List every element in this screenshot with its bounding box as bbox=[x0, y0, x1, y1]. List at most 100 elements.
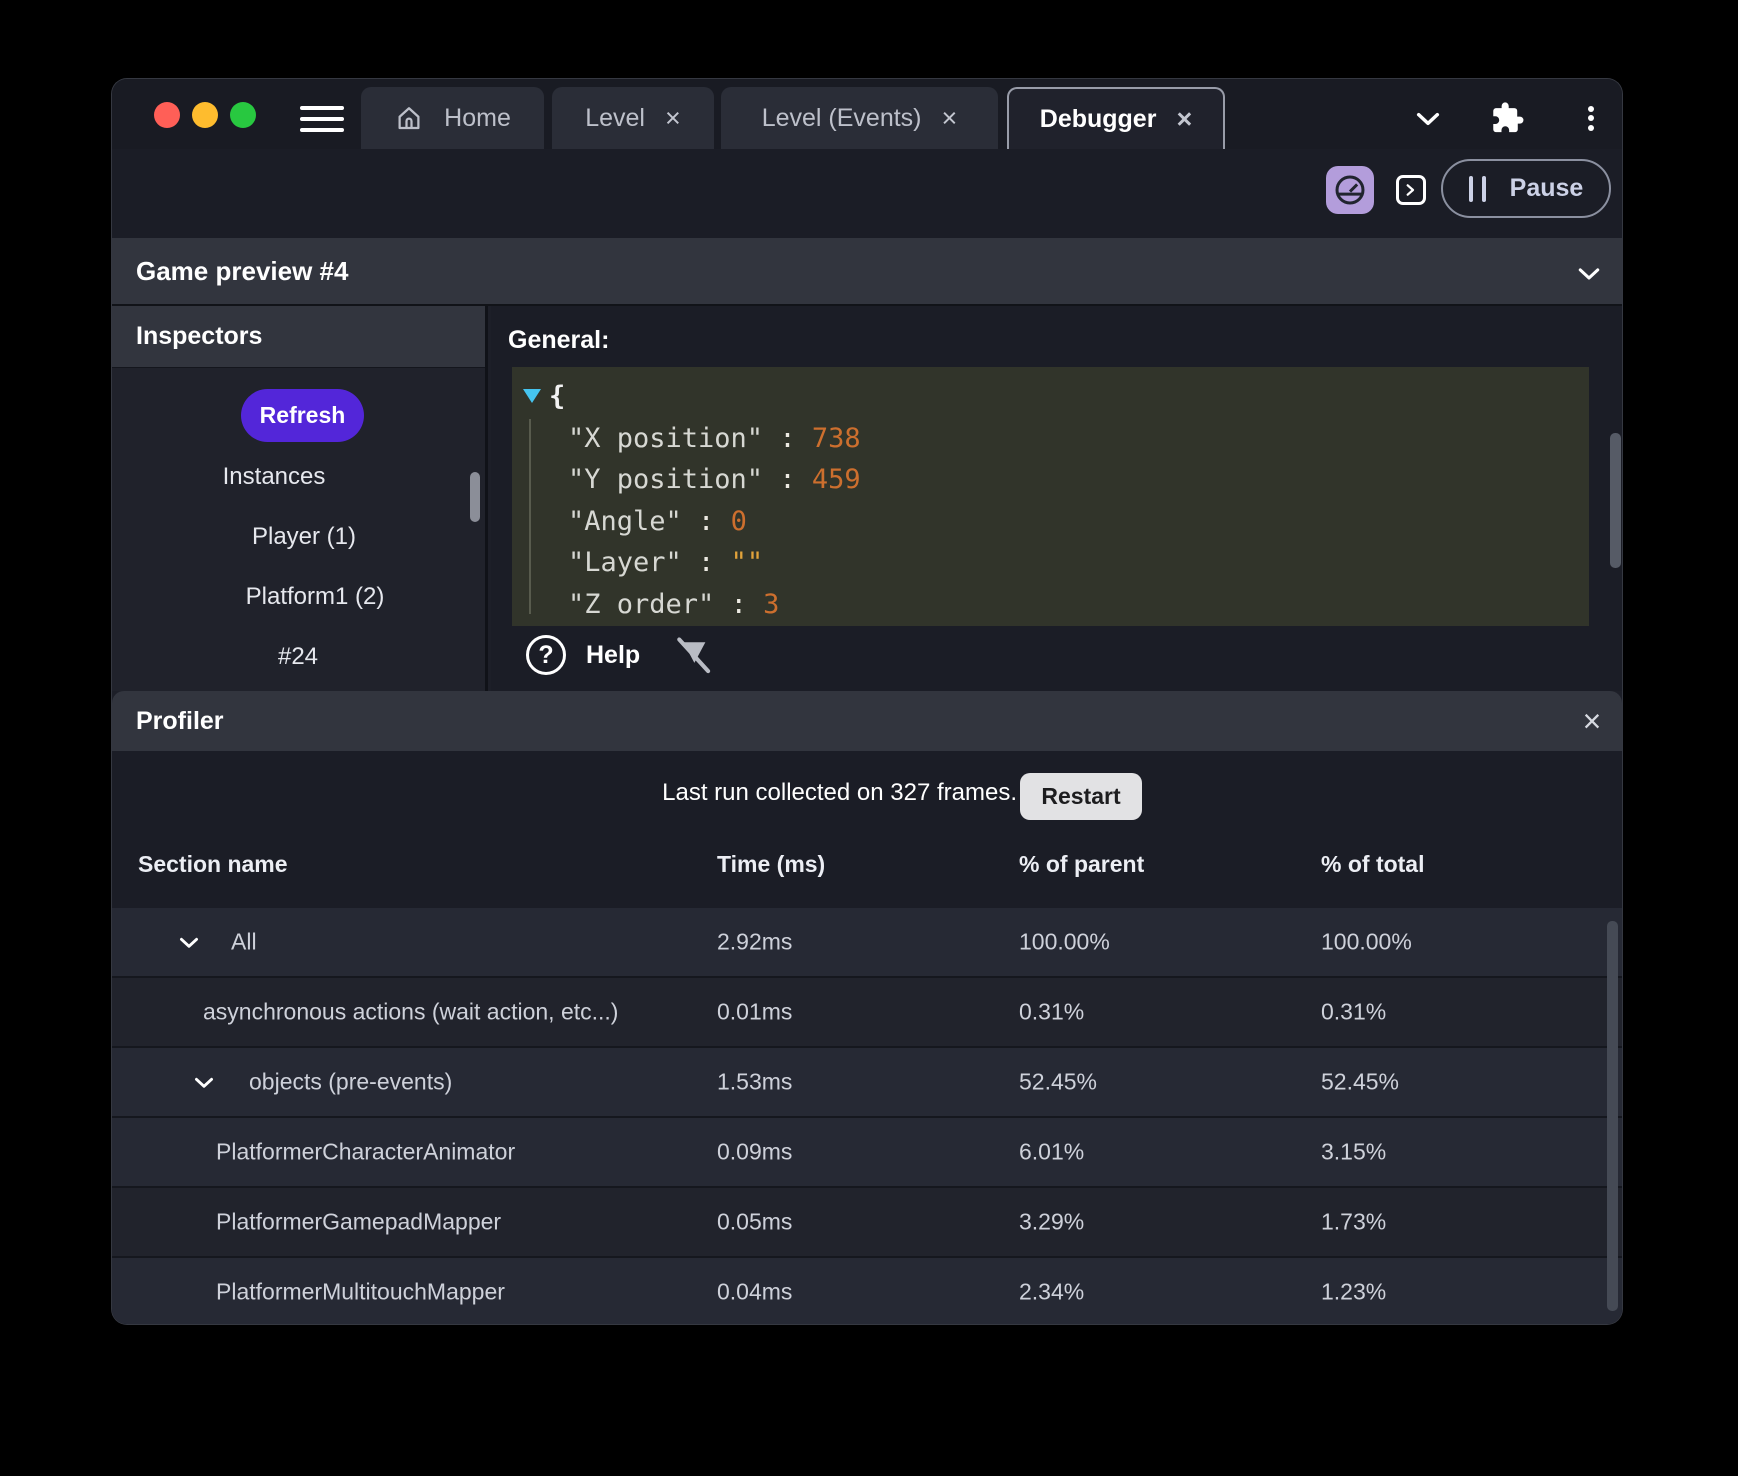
column-header-total: % of total bbox=[1321, 851, 1425, 878]
property-value[interactable]: 738 bbox=[812, 423, 861, 454]
tab-level[interactable]: Level × bbox=[552, 87, 714, 149]
total-percent: 100.00% bbox=[1321, 929, 1412, 956]
inspectors-panel: Inspectors Refresh Instances Player (1) … bbox=[112, 306, 488, 691]
section-name: PlatformerCharacterAnimator bbox=[216, 1139, 515, 1166]
parent-percent: 3.29% bbox=[1019, 1209, 1084, 1236]
table-row[interactable]: PlatformerGamepadMapper 0.05ms 3.29% 1.7… bbox=[112, 1188, 1622, 1258]
profiler-table: All 2.92ms 100.00% 100.00% asynchronous … bbox=[112, 908, 1622, 1325]
tab-home[interactable]: Home bbox=[361, 87, 544, 149]
section-title: General: bbox=[508, 326, 609, 355]
profiler-status: Last run collected on 327 frames. bbox=[112, 779, 1017, 807]
profiler-scrollbar[interactable] bbox=[1607, 921, 1618, 1311]
inspectors-title: Inspectors bbox=[136, 322, 262, 351]
properties-json-view: { "X position" : 738 "Y position" : 459 … bbox=[512, 367, 1589, 626]
close-profiler-icon[interactable]: × bbox=[1574, 703, 1610, 739]
total-percent: 1.23% bbox=[1321, 1279, 1386, 1306]
tab-label: Level (Events) bbox=[762, 104, 922, 133]
console-icon-button[interactable] bbox=[1396, 175, 1426, 205]
property-value[interactable]: 0 bbox=[731, 506, 747, 537]
table-row[interactable]: PlatformerMultitouchMapper 0.04ms 2.34% … bbox=[112, 1258, 1622, 1325]
table-row[interactable]: objects (pre-events) 1.53ms 52.45% 52.45… bbox=[112, 1048, 1622, 1118]
game-preview-header[interactable]: Game preview #4 bbox=[112, 238, 1622, 306]
json-open-brace: { bbox=[512, 376, 1589, 418]
total-percent: 1.73% bbox=[1321, 1209, 1386, 1236]
profiler-table-header: Section name Time (ms) % of parent % of … bbox=[112, 851, 1622, 896]
extensions-icon[interactable] bbox=[1491, 101, 1525, 135]
property-value[interactable]: 459 bbox=[812, 464, 861, 495]
tab-label: Level bbox=[585, 104, 645, 133]
column-header-section: Section name bbox=[138, 851, 288, 878]
property-value[interactable]: 3 bbox=[763, 589, 779, 620]
parent-percent: 52.45% bbox=[1019, 1069, 1097, 1096]
json-property-row: "X position" : 738 bbox=[512, 418, 1589, 460]
property-value[interactable]: "" bbox=[731, 547, 764, 578]
tree-item-instances[interactable]: Instances bbox=[223, 463, 326, 491]
json-property-row: "Y position" : 459 bbox=[512, 459, 1589, 501]
json-property-row: "Angle" : 0 bbox=[512, 501, 1589, 543]
profiler-title: Profiler bbox=[136, 707, 224, 736]
more-options-icon[interactable] bbox=[1574, 101, 1608, 135]
total-percent: 0.31% bbox=[1321, 999, 1386, 1026]
time-value: 0.05ms bbox=[717, 1209, 792, 1236]
chevron-down-icon[interactable] bbox=[1411, 101, 1445, 135]
zoom-window-button[interactable] bbox=[230, 102, 256, 128]
indent-guide bbox=[529, 419, 531, 614]
chevron-down-icon[interactable] bbox=[191, 1069, 217, 1095]
total-percent: 52.45% bbox=[1321, 1069, 1399, 1096]
column-header-time: Time (ms) bbox=[717, 851, 825, 878]
refresh-button[interactable]: Refresh bbox=[241, 389, 364, 442]
unpin-icon[interactable] bbox=[671, 634, 715, 678]
app-window: Home Level × Level (Events) × Debugger × bbox=[111, 78, 1623, 1325]
parent-percent: 2.34% bbox=[1019, 1279, 1084, 1306]
detail-scrollbar[interactable] bbox=[1610, 433, 1621, 568]
section-name: PlatformerMultitouchMapper bbox=[216, 1279, 505, 1306]
column-header-parent: % of parent bbox=[1019, 851, 1144, 878]
pause-label: Pause bbox=[1510, 174, 1584, 203]
window-controls bbox=[154, 102, 256, 128]
section-name: All bbox=[231, 929, 257, 956]
menu-icon[interactable] bbox=[300, 106, 344, 136]
tree-item-player[interactable]: Player (1) bbox=[252, 523, 356, 551]
json-property-row: "Layer" : "" bbox=[512, 542, 1589, 584]
debugger-content: Inspectors Refresh Instances Player (1) … bbox=[112, 306, 1622, 691]
help-icon[interactable]: ? bbox=[526, 635, 566, 675]
close-tab-icon[interactable]: × bbox=[942, 105, 958, 132]
parent-percent: 0.31% bbox=[1019, 999, 1084, 1026]
table-row[interactable]: asynchronous actions (wait action, etc..… bbox=[112, 978, 1622, 1048]
inspectors-header: Inspectors bbox=[112, 306, 485, 368]
time-value: 0.01ms bbox=[717, 999, 792, 1026]
table-row[interactable]: All 2.92ms 100.00% 100.00% bbox=[112, 908, 1622, 978]
time-value: 0.09ms bbox=[717, 1139, 792, 1166]
section-name: objects (pre-events) bbox=[249, 1069, 452, 1096]
page-title: Game preview #4 bbox=[136, 256, 348, 287]
minimize-window-button[interactable] bbox=[192, 102, 218, 128]
help-row: ? Help bbox=[491, 632, 1623, 684]
collapse-triangle-icon[interactable] bbox=[523, 389, 541, 403]
profiler-toggle-button[interactable] bbox=[1326, 166, 1374, 214]
section-name: asynchronous actions (wait action, etc..… bbox=[203, 999, 618, 1026]
tab-bar: Home Level × Level (Events) × Debugger × bbox=[112, 79, 1622, 149]
tab-level-events[interactable]: Level (Events) × bbox=[721, 87, 998, 149]
json-property-row: "Z order" : 3 bbox=[512, 584, 1589, 626]
table-row[interactable]: PlatformerCharacterAnimator 0.09ms 6.01%… bbox=[112, 1118, 1622, 1188]
parent-percent: 100.00% bbox=[1019, 929, 1110, 956]
time-value: 0.04ms bbox=[717, 1279, 792, 1306]
debugger-toolbar: Pause bbox=[112, 149, 1622, 238]
pause-icon bbox=[1469, 176, 1486, 202]
pause-button[interactable]: Pause bbox=[1441, 159, 1611, 218]
close-tab-icon[interactable]: × bbox=[665, 105, 681, 132]
collapse-chevron-icon[interactable] bbox=[1572, 256, 1606, 290]
tab-label: Debugger bbox=[1040, 105, 1157, 134]
section-name: PlatformerGamepadMapper bbox=[216, 1209, 501, 1236]
tab-debugger[interactable]: Debugger × bbox=[1007, 87, 1225, 149]
tree-item-instance-24[interactable]: #24 bbox=[278, 643, 318, 671]
gauge-icon bbox=[1331, 171, 1369, 209]
close-window-button[interactable] bbox=[154, 102, 180, 128]
help-link[interactable]: Help bbox=[586, 641, 640, 670]
profiler-panel: Last run collected on 327 frames. Restar… bbox=[112, 751, 1622, 1325]
chevron-down-icon[interactable] bbox=[176, 929, 202, 955]
close-tab-icon[interactable]: × bbox=[1176, 106, 1192, 133]
tree-item-platform1[interactable]: Platform1 (2) bbox=[246, 583, 385, 611]
inspectors-scrollbar[interactable] bbox=[470, 472, 480, 522]
restart-button[interactable]: Restart bbox=[1020, 773, 1142, 820]
